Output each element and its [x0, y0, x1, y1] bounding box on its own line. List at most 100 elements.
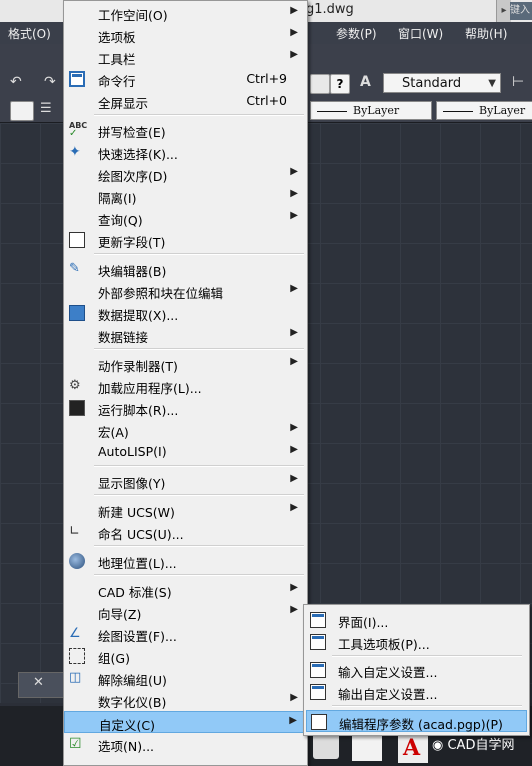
- menu-item-load-application[interactable]: ⚙ 加载应用程序(L)...: [64, 375, 307, 397]
- submenu-item-interface[interactable]: 界面(I)...: [306, 609, 527, 631]
- chevron-right-icon: ▶: [290, 356, 298, 367]
- menu-item-label: 运行脚本(R)...: [98, 403, 179, 418]
- options-icon: ☑: [69, 736, 82, 752]
- menu-item-customize[interactable]: 自定义(C) ▶: [64, 711, 307, 733]
- window-title: g1.dwg: [306, 2, 354, 17]
- submenu-item-tool-palettes[interactable]: 工具选项板(P)...: [306, 631, 527, 653]
- menu-item-quick-select[interactable]: ✦ 快速选择(K)...: [64, 141, 307, 163]
- menu-item-label: 地理位置(L)...: [98, 556, 177, 571]
- named-ucs-icon: ∟: [69, 524, 80, 539]
- chevron-right-icon: ▶: [290, 49, 298, 60]
- chevron-right-icon: ▶: [290, 604, 298, 615]
- menu-divider: [94, 545, 304, 547]
- group-icon: [69, 648, 85, 664]
- menu-item-label: 快速选择(K)...: [98, 147, 178, 162]
- menu-item-clean-screen[interactable]: 全屏显示 Ctrl+0: [64, 90, 307, 112]
- menu-parameters[interactable]: 参数(P): [336, 25, 377, 42]
- menu-divider: [94, 465, 304, 467]
- menu-item-palettes[interactable]: 选项板 ▶: [64, 24, 307, 46]
- menu-item-options[interactable]: ☑ 选项(N)...: [64, 733, 307, 755]
- menu-divider: [332, 705, 522, 707]
- tool-palettes-icon: [310, 634, 326, 650]
- search-input[interactable]: 键入: [510, 2, 532, 20]
- linetype-value: ByLayer: [353, 104, 400, 117]
- menu-item-toolbars[interactable]: 工具栏 ▶: [64, 46, 307, 68]
- menu-item-cad-standards[interactable]: CAD 标准(S) ▶: [64, 579, 307, 601]
- menu-item-label: 输出自定义设置...: [338, 687, 438, 702]
- close-icon[interactable]: ✕: [33, 675, 44, 690]
- spellcheck-icon: ABC ✓: [69, 121, 88, 139]
- linetype-select[interactable]: ByLayer: [310, 101, 432, 120]
- menu-help[interactable]: 帮助(H): [465, 25, 507, 42]
- submenu-item-edit-program-parameters[interactable]: 编辑程序参数 (acad.pgp)(P): [306, 710, 527, 732]
- watermark: ◉ CAD自学网: [432, 734, 514, 753]
- menu-item-data-extraction[interactable]: 数据提取(X)...: [64, 302, 307, 324]
- autocad-app-icon[interactable]: A: [398, 733, 428, 763]
- menu-divider: [94, 348, 304, 350]
- help-icon[interactable]: ?: [330, 74, 350, 94]
- update-field-icon: [69, 232, 85, 248]
- menu-item-named-ucs[interactable]: ∟ 命名 UCS(U)...: [64, 521, 307, 543]
- menu-divider: [94, 494, 304, 496]
- submenu-item-import-customizations[interactable]: 输入自定义设置...: [306, 659, 527, 681]
- menu-format[interactable]: 格式(O): [8, 25, 51, 42]
- lineweight-select[interactable]: ByLayer: [436, 101, 532, 120]
- chevron-down-icon: ▼: [488, 78, 496, 89]
- menu-item-drafting-settings[interactable]: ∠ 绘图设置(F)...: [64, 623, 307, 645]
- menu-item-geolocation[interactable]: 地理位置(L)...: [64, 550, 307, 572]
- menu-item-autolisp[interactable]: AutoLISP(I) ▶: [64, 441, 307, 463]
- menu-item-label: 解除编组(U): [98, 673, 167, 688]
- menu-item-wizards[interactable]: 向导(Z) ▶: [64, 601, 307, 623]
- chevron-right-icon: ▶: [290, 422, 298, 433]
- menu-item-label: 工具栏: [98, 52, 136, 67]
- menu-item-label: CAD 标准(S): [98, 585, 172, 600]
- print-icon[interactable]: [310, 74, 330, 94]
- layer-properties-icon[interactable]: ☰: [40, 101, 58, 119]
- menu-item-run-script[interactable]: 运行脚本(R)...: [64, 397, 307, 419]
- menu-item-block-editor[interactable]: ✎ 块编辑器(B): [64, 258, 307, 280]
- chevron-right-icon: ▶: [290, 166, 298, 177]
- menu-item-label: 新建 UCS(W): [98, 505, 175, 520]
- menu-item-label: 块编辑器(B): [98, 264, 167, 279]
- layer-dropdown[interactable]: [10, 101, 34, 121]
- menu-item-new-ucs[interactable]: 新建 UCS(W) ▶: [64, 499, 307, 521]
- menu-item-isolate[interactable]: 隔离(I) ▶: [64, 185, 307, 207]
- menu-item-group[interactable]: 组(G): [64, 645, 307, 667]
- shortcut-label: Ctrl+0: [246, 93, 287, 108]
- menu-window[interactable]: 窗口(W): [398, 25, 443, 42]
- menu-item-action-recorder[interactable]: 动作录制器(T) ▶: [64, 353, 307, 375]
- text-style-select[interactable]: Standard ▼: [383, 73, 501, 93]
- menu-item-digitizer[interactable]: 数字化仪(B) ▶: [64, 689, 307, 711]
- menu-item-data-links[interactable]: 数据链接 ▶: [64, 324, 307, 346]
- menu-item-display-image[interactable]: 显示图像(Y) ▶: [64, 470, 307, 492]
- menu-item-command-line[interactable]: 命令行 Ctrl+9: [64, 68, 307, 90]
- command-line-icon: [69, 71, 85, 87]
- chevron-right-icon: ▶: [290, 188, 298, 199]
- load-application-icon: ⚙: [69, 378, 81, 393]
- dim-style-icon[interactable]: ⊢: [512, 74, 530, 92]
- import-customization-icon: [310, 662, 326, 678]
- text-style-icon[interactable]: A: [360, 74, 378, 92]
- menu-item-xref-edit[interactable]: 外部参照和块在位编辑 ▶: [64, 280, 307, 302]
- submenu-item-export-customizations[interactable]: 输出自定义设置...: [306, 681, 527, 703]
- menu-divider: [94, 574, 304, 576]
- undo-icon[interactable]: ↶: [10, 74, 28, 92]
- menu-item-label: 更新字段(T): [98, 235, 166, 250]
- title-expand-button[interactable]: ▸: [496, 0, 511, 22]
- redo-icon[interactable]: ↷: [44, 74, 62, 92]
- menu-item-macro[interactable]: 宏(A) ▶: [64, 419, 307, 441]
- menu-divider: [94, 253, 304, 255]
- chevron-right-icon: ▶: [290, 692, 298, 703]
- taskbar-app-icon[interactable]: [352, 735, 382, 761]
- menu-item-update-fields[interactable]: 更新字段(T): [64, 229, 307, 251]
- menu-item-label: 全屏显示: [98, 96, 149, 111]
- taskbar-app-icon[interactable]: [313, 733, 339, 759]
- menu-item-spelling[interactable]: ABC ✓ 拼写检查(E): [64, 119, 307, 141]
- menu-item-workspaces[interactable]: 工作空间(O) ▶: [64, 2, 307, 24]
- data-extraction-icon: [69, 305, 85, 321]
- export-customization-icon: [310, 684, 326, 700]
- menu-item-draw-order[interactable]: 绘图次序(D) ▶: [64, 163, 307, 185]
- menu-item-label: 数据链接: [98, 330, 149, 345]
- menu-item-ungroup[interactable]: ◫ 解除编组(U): [64, 667, 307, 689]
- menu-item-inquiry[interactable]: 查询(Q) ▶: [64, 207, 307, 229]
